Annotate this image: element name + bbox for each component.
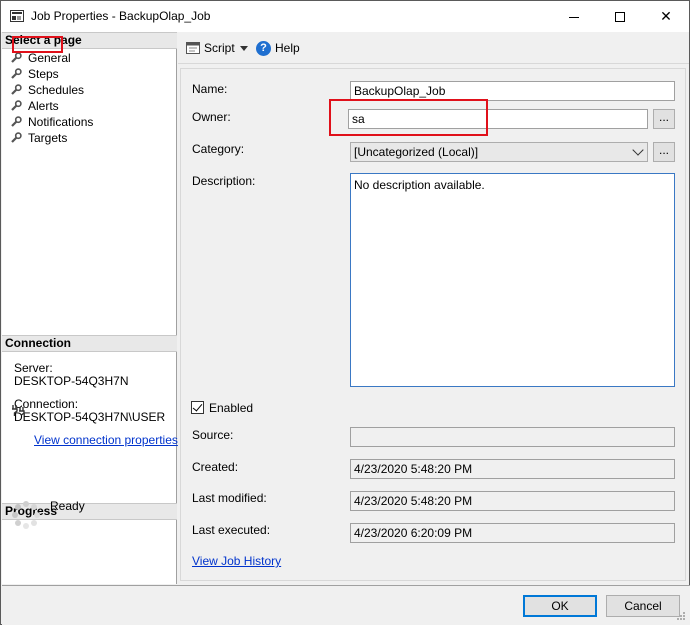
minimize-button[interactable] [551, 1, 597, 32]
script-icon [186, 42, 200, 54]
last-executed-field: 4/23/2020 6:20:09 PM [350, 523, 675, 543]
source-field [350, 427, 675, 447]
wrench-icon [11, 84, 22, 95]
page-item-label: Schedules [28, 83, 85, 97]
source-label: Source: [192, 428, 234, 442]
progress-status: Ready [50, 499, 85, 513]
server-label: Server: [14, 361, 53, 375]
page-item-alerts[interactable]: Alerts [8, 98, 59, 114]
owner-label: Owner: [192, 110, 231, 124]
name-label: Name: [192, 82, 228, 96]
last-executed-label: Last executed: [192, 523, 271, 537]
steps-highlight-box [12, 36, 63, 53]
page-item-schedules[interactable]: Schedules [8, 82, 84, 98]
description-label: Description: [192, 174, 256, 188]
owner-highlight-box [329, 99, 488, 136]
window-icon [10, 10, 24, 22]
connection-value: DESKTOP-54Q3H7N\USER [14, 410, 166, 424]
last-modified-field: 4/23/2020 5:48:20 PM [350, 491, 675, 511]
category-browse-button[interactable]: ... [653, 142, 675, 162]
wrench-icon [11, 116, 22, 127]
page-item-label: Notifications [28, 115, 94, 129]
ok-button[interactable]: OK [523, 595, 597, 617]
page-item-targets[interactable]: Targets [8, 130, 67, 146]
close-icon: ✕ [660, 8, 672, 24]
script-dropdown-icon[interactable] [240, 46, 248, 51]
progress-spinner-icon [12, 501, 40, 529]
cancel-button[interactable]: Cancel [606, 595, 680, 617]
close-button[interactable]: ✕ [643, 1, 689, 32]
view-job-history-link[interactable]: View Job History [192, 554, 281, 568]
category-value: [Uncategorized (Local)] [354, 145, 479, 159]
job-properties-window: Job Properties - BackupOlap_Job ✕ Select… [0, 0, 690, 625]
description-textarea[interactable]: No description available. [350, 173, 675, 387]
title-bar[interactable]: Job Properties - BackupOlap_Job ✕ [1, 1, 689, 32]
category-dropdown[interactable]: [Uncategorized (Local)] [350, 142, 648, 162]
toolbar: Script ? Help [178, 32, 689, 64]
chevron-down-icon [632, 144, 644, 156]
wrench-icon [11, 100, 22, 111]
help-button[interactable]: Help [275, 41, 300, 55]
script-button[interactable]: Script [204, 41, 235, 55]
plug-icon [12, 405, 25, 416]
page-item-steps[interactable]: Steps [8, 66, 59, 82]
wrench-icon [11, 52, 22, 63]
view-connection-properties-link[interactable]: View connection properties [34, 433, 178, 447]
resize-grip-icon[interactable] [676, 611, 686, 621]
window-title: Job Properties - BackupOlap_Job [31, 9, 211, 23]
name-field[interactable]: BackupOlap_Job [350, 81, 675, 101]
created-field: 4/23/2020 5:48:20 PM [350, 459, 675, 479]
category-label: Category: [192, 142, 245, 156]
page-item-notifications[interactable]: Notifications [8, 114, 93, 130]
maximize-button[interactable] [597, 1, 643, 32]
created-label: Created: [192, 460, 239, 474]
minimize-icon [569, 16, 579, 18]
page-item-label: Steps [28, 67, 59, 81]
maximize-icon [615, 12, 625, 23]
enabled-label: Enabled [209, 401, 254, 415]
page-item-label: Targets [28, 131, 68, 145]
server-value: DESKTOP-54Q3H7N [14, 374, 129, 388]
wrench-icon [11, 132, 22, 143]
connection-header: Connection [2, 335, 177, 352]
wrench-icon [11, 68, 22, 79]
last-modified-label: Last modified: [192, 491, 267, 505]
page-item-label: Alerts [28, 99, 59, 113]
owner-browse-button[interactable]: ... [653, 109, 675, 129]
enabled-checkbox[interactable] [191, 401, 204, 414]
help-icon: ? [256, 41, 271, 56]
page-item-label: General [28, 51, 71, 65]
